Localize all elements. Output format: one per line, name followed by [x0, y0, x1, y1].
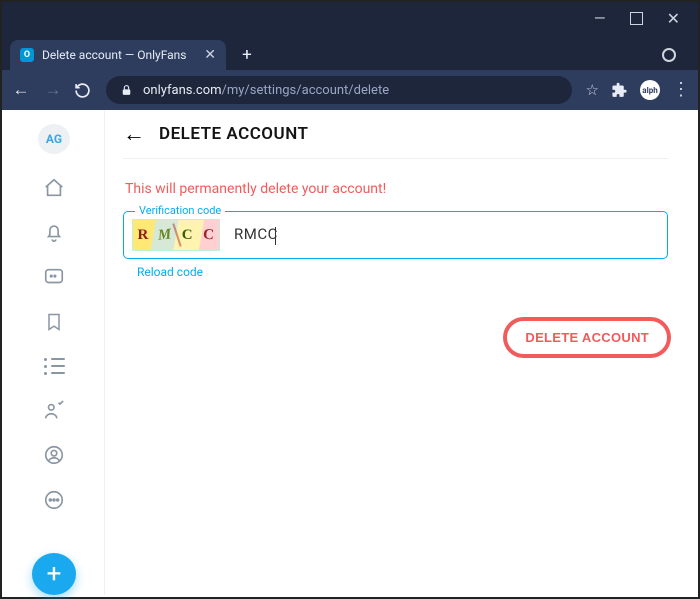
address-bar[interactable]: onlyfans.com/my/settings/account/delete: [106, 76, 572, 104]
browser-tab-active[interactable]: O Delete account — OnlyFans ✕: [10, 40, 226, 70]
window-titlebar: — ✕: [2, 2, 698, 35]
tab-title: Delete account — OnlyFans: [42, 48, 196, 62]
subscriptions-icon[interactable]: [42, 399, 66, 422]
captcha-image: R M C C: [132, 219, 220, 251]
url-host: onlyfans.com/my/settings/account/delete: [143, 83, 389, 98]
avatar[interactable]: AG: [38, 124, 70, 154]
profile-avatar-icon[interactable]: alph: [640, 80, 660, 100]
sidebar: AG: [4, 110, 104, 595]
profile-icon[interactable]: [42, 444, 66, 467]
verification-code-field[interactable]: R M C C RMCC: [123, 211, 668, 259]
minimize-icon[interactable]: —: [594, 11, 606, 26]
bookmark-star-icon[interactable]: ☆: [586, 81, 599, 99]
more-icon[interactable]: [42, 489, 66, 512]
reload-icon[interactable]: [74, 82, 96, 99]
nav-back-button[interactable]: ←: [10, 80, 32, 100]
close-window-icon[interactable]: ✕: [667, 11, 680, 27]
extensions-icon[interactable]: [611, 82, 628, 99]
home-icon[interactable]: [42, 176, 66, 199]
bookmark-icon[interactable]: [42, 310, 66, 333]
field-label: Verification code: [135, 204, 225, 217]
new-post-button[interactable]: +: [32, 553, 76, 595]
delete-account-button[interactable]: DELETE ACCOUNT: [506, 320, 668, 355]
lock-icon: [120, 84, 133, 97]
browser-tab-strip: O Delete account — OnlyFans ✕ +: [2, 35, 698, 70]
nav-forward-button[interactable]: →: [42, 80, 64, 100]
account-indicator-icon[interactable]: [662, 48, 676, 62]
main-content: ← DELETE ACCOUNT This will permanently d…: [104, 110, 696, 595]
favicon-icon: O: [20, 48, 34, 62]
back-arrow-icon[interactable]: ←: [123, 121, 145, 147]
bell-icon[interactable]: [42, 221, 66, 244]
messages-icon[interactable]: [42, 266, 66, 289]
page-header: ← DELETE ACCOUNT: [123, 110, 668, 159]
maximize-icon[interactable]: [630, 12, 643, 25]
tab-close-icon[interactable]: ✕: [204, 47, 216, 63]
browser-menu-icon[interactable]: ⋮: [672, 81, 690, 99]
lists-icon[interactable]: [42, 355, 66, 378]
warning-text: This will permanently delete your accoun…: [125, 181, 668, 197]
reload-code-link[interactable]: Reload code: [137, 265, 203, 279]
browser-toolbar: ← → onlyfans.com/my/settings/account/del…: [2, 70, 698, 110]
page-title: DELETE ACCOUNT: [159, 124, 308, 144]
new-tab-button[interactable]: +: [234, 42, 260, 68]
verification-code-input[interactable]: RMCC: [234, 225, 659, 244]
